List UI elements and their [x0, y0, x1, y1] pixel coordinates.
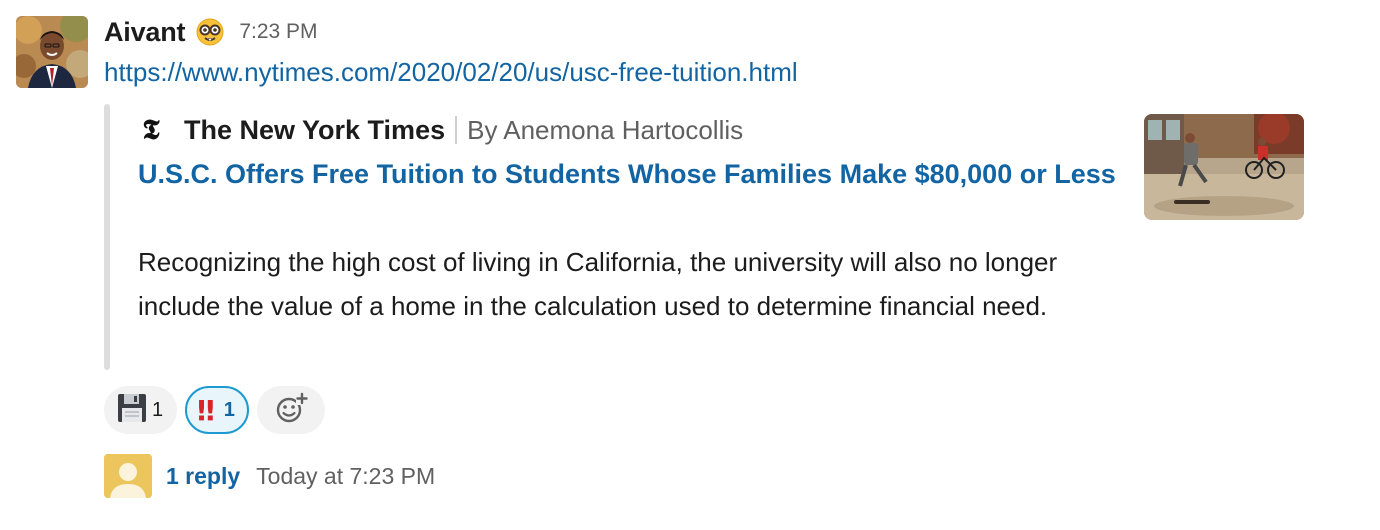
- double-exclamation-icon: ‼: [197, 393, 214, 427]
- last-reply-time: Today at 7:23 PM: [256, 462, 436, 489]
- nerd-face-icon[interactable]: [195, 17, 225, 47]
- article-thumbnail[interactable]: [1144, 114, 1304, 220]
- attachment-source: 𝕿 The New York Times By Anemona Hartocol…: [138, 112, 743, 148]
- reply-count-link[interactable]: 1 reply: [166, 463, 240, 490]
- reply-avatar: [104, 454, 152, 498]
- source-name: The New York Times: [184, 114, 446, 145]
- reaction-double-exclamation[interactable]: ‼ 1: [185, 386, 249, 434]
- reaction-count: 1: [152, 398, 164, 421]
- link-unfurl: 𝕿 The New York Times By Anemona Hartocol…: [104, 104, 1304, 370]
- thread-summary[interactable]: 1 reply Today at 7:23 PM: [104, 452, 435, 500]
- reaction-floppy-disk[interactable]: 1: [104, 386, 178, 434]
- article-title-link[interactable]: U.S.C. Offers Free Tuition to Students W…: [138, 152, 1118, 196]
- message-header: Aivant 7:23 PM: [104, 14, 318, 50]
- author-avatar[interactable]: [16, 16, 88, 88]
- message: Aivant 7:23 PM https://www.nytimes.com/2…: [0, 0, 1380, 530]
- add-reaction-icon: [274, 391, 308, 430]
- reactions-bar: 1 ‼ 1: [104, 386, 325, 434]
- message-timestamp[interactable]: 7:23 PM: [239, 20, 317, 44]
- nyt-logo-icon: 𝕿: [142, 113, 160, 146]
- article-description: Recognizing the high cost of living in C…: [138, 247, 1058, 321]
- author-name[interactable]: Aivant: [104, 17, 186, 48]
- attachment-border: [104, 104, 110, 370]
- divider: [455, 116, 458, 144]
- floppy-disk-icon: [116, 392, 148, 429]
- message-link[interactable]: https://www.nytimes.com/2020/02/20/us/us…: [104, 57, 798, 88]
- reaction-count: 1: [223, 398, 235, 421]
- add-reaction-button[interactable]: [256, 386, 325, 434]
- article-byline: By Anemona Hartocollis: [467, 114, 744, 145]
